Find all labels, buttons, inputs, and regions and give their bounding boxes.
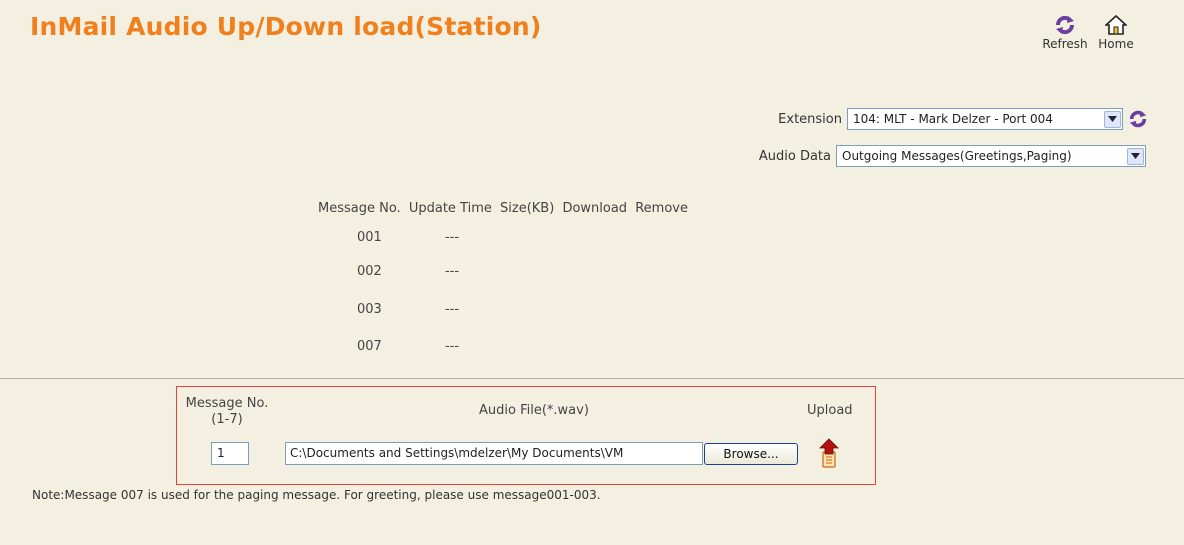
audio-data-row: Audio Data Outgoing Messages(Greetings,P… xyxy=(759,145,1146,167)
table-row: 003 --- xyxy=(357,302,459,317)
reload-extension-icon[interactable] xyxy=(1128,109,1148,129)
audio-data-value: Outgoing Messages(Greetings,Paging) xyxy=(842,149,1072,163)
extension-label: Extension xyxy=(778,111,842,127)
page-title: InMail Audio Up/Down load(Station) xyxy=(30,12,542,41)
browse-button[interactable]: Browse... xyxy=(704,443,798,465)
upload-header: Upload xyxy=(807,403,853,418)
upload-audio-file-header: Audio File(*.wav) xyxy=(479,403,589,418)
col-download: Download xyxy=(562,201,628,216)
audio-data-select[interactable]: Outgoing Messages(Greetings,Paging) xyxy=(836,145,1146,167)
paging-note: Note:Message 007 is used for the paging … xyxy=(32,488,601,502)
col-remove: Remove xyxy=(635,201,688,216)
col-size: Size(KB) xyxy=(500,201,555,216)
home-icon xyxy=(1105,14,1127,35)
upload-icon[interactable] xyxy=(818,438,840,468)
update-time: --- xyxy=(445,302,460,317)
upload-msgno-header-line1: Message No. xyxy=(185,396,269,411)
message-number-input[interactable]: 1 xyxy=(211,442,249,465)
message-number: 003 xyxy=(357,302,382,317)
home-label: Home xyxy=(1098,37,1134,51)
update-time: --- xyxy=(445,264,460,279)
message-number: 002 xyxy=(357,264,382,279)
audio-file-input[interactable]: C:\Documents and Settings\mdelzer\My Doc… xyxy=(285,442,703,465)
update-time: --- xyxy=(445,339,460,354)
table-row: 007 --- xyxy=(357,339,459,354)
message-number: 001 xyxy=(357,230,382,245)
col-message-no: Message No. xyxy=(318,201,401,216)
extension-value: 104: MLT - Mark Delzer - Port 004 xyxy=(853,112,1053,126)
refresh-icon xyxy=(1055,15,1075,35)
home-button[interactable]: Home xyxy=(1097,14,1135,51)
extension-select[interactable]: 104: MLT - Mark Delzer - Port 004 xyxy=(847,108,1123,130)
upload-msgno-header-line2: (1-7) xyxy=(211,412,243,427)
update-time: --- xyxy=(445,230,460,245)
message-table-header: Message No. Update Time Size(KB) Downloa… xyxy=(318,201,692,216)
chevron-down-icon[interactable] xyxy=(1127,147,1144,165)
extension-row: Extension 104: MLT - Mark Delzer - Port … xyxy=(778,108,1148,130)
section-divider xyxy=(0,378,1184,379)
message-number: 007 xyxy=(357,339,382,354)
table-row: 001 --- xyxy=(357,230,459,245)
refresh-label: Refresh xyxy=(1042,37,1088,51)
table-row: 002 --- xyxy=(357,264,459,279)
col-update-time: Update Time xyxy=(408,201,492,216)
upload-msgno-header: Message No. (1-7) xyxy=(177,396,277,428)
audio-data-label: Audio Data xyxy=(758,148,831,164)
upload-panel: Message No. (1-7) Audio File(*.wav) Uplo… xyxy=(176,386,876,485)
refresh-button[interactable]: Refresh xyxy=(1035,14,1095,51)
chevron-down-icon[interactable] xyxy=(1104,110,1121,128)
